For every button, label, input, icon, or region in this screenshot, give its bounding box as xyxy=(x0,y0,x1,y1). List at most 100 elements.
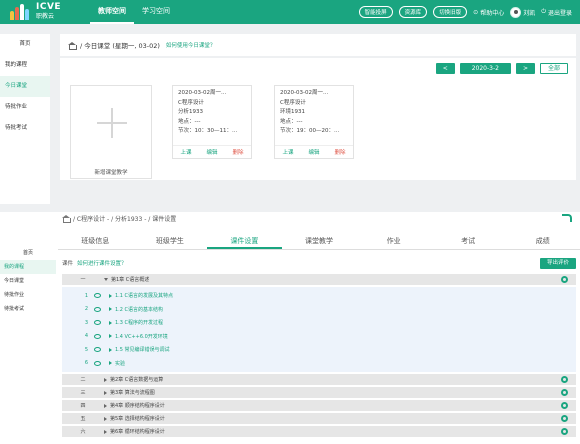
class-group: 分析1933 xyxy=(178,109,203,115)
logout-label: 退出登录 xyxy=(547,9,572,17)
caret-right-icon[interactable] xyxy=(104,403,107,408)
tab-class-info[interactable]: 班级信息 xyxy=(58,234,133,249)
help-link-today[interactable]: 如何使用今日课堂？ xyxy=(166,41,216,49)
class-place: 地点：--- xyxy=(280,118,303,125)
switch-old-version-button[interactable]: 切换旧版 xyxy=(433,6,468,18)
eye-icon[interactable] xyxy=(94,360,101,366)
all-button[interactable]: 全部 xyxy=(539,63,568,74)
sidebar-item-pending-exams[interactable]: 待批考试 xyxy=(0,118,50,139)
add-class-card[interactable]: 新增课堂教学 xyxy=(70,85,152,179)
eye-icon[interactable] xyxy=(94,320,101,326)
chapter-title: 第4章 顺序结构程序设计 xyxy=(110,403,165,409)
home-icon[interactable] xyxy=(68,41,77,50)
breadcrumb-text: / 今日课堂 (星期一, 03-02) xyxy=(80,42,160,50)
chapter-row[interactable]: 二 第2章 C语言数据与运算 xyxy=(62,374,576,385)
logo-text-cn: 职教云 xyxy=(36,13,55,20)
tab-exams[interactable]: 考试 xyxy=(431,234,506,249)
sidebar-item-pending-exams[interactable]: 待批考试 xyxy=(0,302,56,316)
tab-courseware-settings[interactable]: 课件设置 xyxy=(207,234,282,249)
chapter-row[interactable]: 六 第6章 循环结构程序设计 xyxy=(62,426,576,437)
caret-right-icon[interactable] xyxy=(104,390,107,395)
gear-icon[interactable] xyxy=(561,402,568,409)
chapter-title: 第2章 C语言数据与运算 xyxy=(110,377,164,383)
caret-down-icon[interactable] xyxy=(104,278,108,281)
section-title: 1.3 C程序的开发过程 xyxy=(115,320,164,327)
sidebar-item-pending-homework[interactable]: 待批作业 xyxy=(0,97,50,118)
user-menu[interactable]: 刘凯 xyxy=(510,6,535,18)
section-number: 1 xyxy=(84,292,88,299)
caret-right-icon[interactable] xyxy=(104,429,107,434)
gear-icon[interactable] xyxy=(561,428,568,435)
gear-icon[interactable] xyxy=(561,415,568,422)
caret-right-icon[interactable] xyxy=(109,307,112,312)
class-date: 2020-03-02周一... xyxy=(280,90,329,96)
chapter-row[interactable]: 五 第5章 选择结构程序设计 xyxy=(62,413,576,424)
delete-class-button[interactable]: 删除 xyxy=(232,148,243,156)
sidebar-item-pending-homework[interactable]: 待批作业 xyxy=(0,288,56,302)
chapter-row[interactable]: 三 第3章 算法与流程图 xyxy=(62,387,576,398)
section-row[interactable]: 6 实验 xyxy=(62,357,576,371)
avatar xyxy=(510,6,522,18)
tab-grades[interactable]: 成绩 xyxy=(505,234,580,249)
start-class-button[interactable]: 上课 xyxy=(282,148,293,156)
logo-mark xyxy=(10,4,32,20)
add-class-label: 新增课堂教学 xyxy=(94,170,128,176)
sidebar-courseware: 首页 我的课程 今日课堂 待批作业 待批考试 xyxy=(0,242,56,442)
section-title: 1.2 C语言的基本结构 xyxy=(115,306,164,313)
sidebar-item-home[interactable]: 首页 xyxy=(0,34,50,55)
section-row[interactable]: 2 1.2 C语言的基本结构 xyxy=(62,303,576,317)
gear-icon[interactable] xyxy=(561,389,568,396)
sidebar-item-home[interactable]: 首页 xyxy=(0,246,56,260)
eye-icon[interactable] xyxy=(94,293,101,299)
caret-right-icon[interactable] xyxy=(109,361,112,366)
section-row[interactable]: 5 1.5 常见编译错误与调试 xyxy=(62,343,576,357)
home-icon[interactable] xyxy=(62,215,71,223)
help-center-link[interactable]: ⊙ 帮助中心 xyxy=(473,8,504,17)
smart-cast-button[interactable]: 智能投屏 xyxy=(358,6,393,18)
caret-right-icon[interactable] xyxy=(109,347,112,352)
sidebar-item-today-class[interactable]: 今日课堂 xyxy=(0,274,56,288)
caret-right-icon[interactable] xyxy=(104,416,107,421)
sidebar: 首页 我的课程 今日课堂 待批作业 待批考试 xyxy=(0,34,50,204)
start-class-button[interactable]: 上课 xyxy=(180,148,191,156)
caret-right-icon[interactable] xyxy=(104,377,107,382)
tab-class-students[interactable]: 班级学生 xyxy=(133,234,208,249)
sidebar-item-today-class[interactable]: 今日课堂 xyxy=(0,76,50,97)
gear-icon[interactable] xyxy=(561,276,568,283)
chapter-number: 二 xyxy=(80,377,86,383)
tab-classroom-teaching[interactable]: 课堂教学 xyxy=(282,234,357,249)
eye-icon[interactable] xyxy=(94,333,101,339)
courseware-toolbar: 课件 如何进行课件设置？ 导出评价 xyxy=(62,256,576,270)
export-evaluation-button[interactable]: 导出评价 xyxy=(539,257,576,269)
section-row[interactable]: 4 1.4 VC++6.0开发环境 xyxy=(62,330,576,344)
eye-icon[interactable] xyxy=(94,306,101,312)
tab-homework[interactable]: 作业 xyxy=(356,234,431,249)
logo[interactable]: ICVE 职教云 xyxy=(0,3,90,21)
chapter-row[interactable]: 四 第4章 顺序结构程序设计 xyxy=(62,400,576,411)
caret-right-icon[interactable] xyxy=(109,293,112,298)
help-link-courseware[interactable]: 如何进行课件设置？ xyxy=(77,259,127,267)
nav-study-space[interactable]: 学习空间 xyxy=(134,0,178,24)
edit-class-button[interactable]: 编辑 xyxy=(308,148,319,156)
section-row[interactable]: 1 1.1 C语言的发展及其特点 xyxy=(62,289,576,303)
section-row[interactable]: 3 1.3 C程序的开发过程 xyxy=(62,316,576,330)
caret-right-icon[interactable] xyxy=(109,334,112,339)
top-nav: 教师空间 学习空间 xyxy=(90,0,178,24)
chapter-row[interactable]: 一 第1章 C语言概述 xyxy=(62,274,576,285)
nav-teacher-space[interactable]: 教师空间 xyxy=(90,0,134,24)
chapter-number: 一 xyxy=(80,277,86,283)
back-arrow-icon[interactable] xyxy=(562,214,572,222)
logout-button[interactable]: ⏻ 退出登录 xyxy=(541,8,572,17)
gear-icon[interactable] xyxy=(561,376,568,383)
resource-library-button[interactable]: 资源库 xyxy=(398,6,428,18)
sidebar-item-my-courses[interactable]: 我的课程 xyxy=(0,55,50,76)
sidebar-item-my-courses[interactable]: 我的课程 xyxy=(0,260,56,274)
next-day-button[interactable]: > xyxy=(515,63,535,74)
edit-class-button[interactable]: 编辑 xyxy=(206,148,217,156)
date-picker[interactable]: 2020-3-2 xyxy=(459,63,511,74)
caret-right-icon[interactable] xyxy=(109,320,112,325)
prev-day-button[interactable]: < xyxy=(435,63,455,74)
eye-icon[interactable] xyxy=(94,347,101,353)
delete-class-button[interactable]: 删除 xyxy=(334,148,345,156)
class-course: C程序设计 xyxy=(280,99,306,106)
